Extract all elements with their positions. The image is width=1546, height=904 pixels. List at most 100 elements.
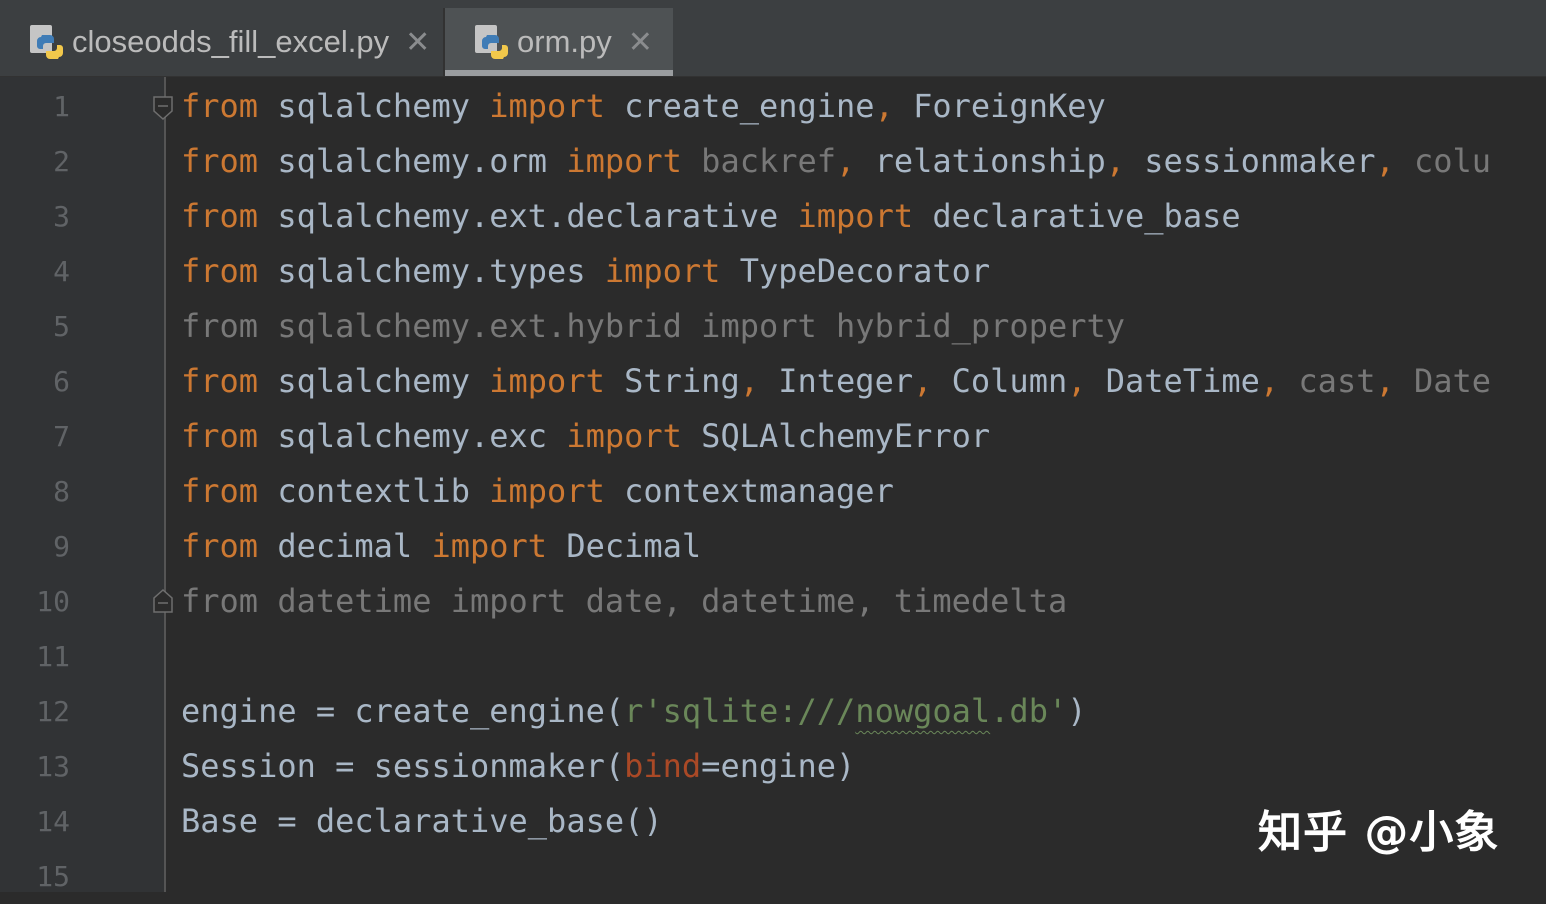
string-literal: r'sqlite:/// (624, 692, 856, 730)
python-file-icon (475, 25, 508, 59)
comma: , (1259, 362, 1280, 400)
line-number: 3 (53, 200, 70, 233)
keyword: from (181, 142, 259, 180)
line-number: 9 (53, 530, 70, 563)
code-line-5: from sqlalchemy.ext.hybrid import hybrid… (181, 307, 1126, 345)
line-number: 5 (53, 310, 70, 343)
module: sqlalchemy (258, 362, 490, 400)
name: create_engine (604, 87, 875, 125)
name: SQLAlchemyError (681, 417, 991, 455)
tab-label: closeodds_fill_excel.py (72, 24, 390, 59)
name: declarative_base (913, 197, 1241, 235)
code-line-1: from sqlalchemy import create_engine, Fo… (181, 79, 1106, 134)
module: sqlalchemy.ext.declarative (258, 197, 798, 235)
close-icon[interactable]: ✕ (628, 25, 653, 60)
unused-name: backref (681, 142, 837, 180)
keyword: from (181, 527, 259, 565)
comma: , (1375, 142, 1395, 180)
module: sqlalchemy.orm (258, 142, 567, 180)
window-top-edge (0, 0, 1546, 8)
comma: , (874, 87, 894, 125)
code-line-3: from sqlalchemy.ext.declarative import d… (181, 189, 1241, 244)
line-number: 8 (53, 475, 70, 508)
code-text: =engine) (701, 747, 856, 785)
comma: , (913, 362, 933, 400)
module: decimal (258, 527, 432, 565)
code-line-4: from sqlalchemy.types import TypeDecorat… (181, 244, 990, 299)
watermark: 知乎 @小象 (1258, 807, 1500, 858)
module: contextlib (258, 472, 490, 510)
unused-name: colu (1394, 142, 1492, 180)
keyword: from (181, 197, 259, 235)
keyword: from (181, 472, 259, 510)
name: Column (932, 362, 1068, 400)
line-number: 11 (36, 640, 70, 673)
line-number-gutter[interactable]: 1 2 3 4 5 6 7 8 9 10 11 12 13 14 15 (0, 77, 164, 893)
keyword: import (797, 197, 914, 235)
code-line-7: from sqlalchemy.exc import SQLAlchemyErr… (181, 409, 990, 464)
keyword: from (181, 87, 259, 125)
module: sqlalchemy (258, 87, 490, 125)
name: sessionmaker (1125, 142, 1376, 180)
name: ForeignKey (893, 87, 1106, 125)
code-line-13: Session = sessionmaker(bind=engine) (181, 739, 855, 794)
keyword: import (566, 142, 682, 180)
fold-end-icon[interactable] (152, 588, 174, 614)
line-number: 7 (53, 420, 70, 453)
line-number: 6 (53, 365, 70, 398)
code-line-2: from sqlalchemy.orm import backref, rela… (181, 134, 1491, 189)
keyword: import (431, 527, 548, 565)
name: contextmanager (604, 472, 894, 510)
name: relationship (855, 142, 1106, 180)
name: DateTime (1086, 362, 1260, 400)
keyword: from (181, 252, 259, 290)
unused-name: cast (1279, 362, 1376, 400)
code-text: ) (1067, 692, 1087, 730)
close-icon[interactable]: ✕ (405, 25, 430, 60)
name: Integer (758, 362, 914, 400)
line-number: 13 (36, 750, 70, 783)
code-line-9: from decimal import Decimal (181, 519, 701, 574)
code-line-14: Base = declarative_base() (181, 802, 663, 840)
python-file-icon (30, 25, 63, 59)
keyword: import (489, 87, 605, 125)
unused-name: Date (1394, 362, 1492, 400)
line-number: 1 (53, 90, 70, 123)
line-number: 15 (36, 860, 70, 893)
code-line-10: from datetime import date, datetime, tim… (181, 582, 1068, 620)
module: sqlalchemy.types (258, 252, 605, 290)
code-text: engine = create_engine( (181, 692, 625, 730)
keyword: import (489, 472, 605, 510)
keyword: from (181, 362, 259, 400)
comma: , (1375, 362, 1395, 400)
comma: , (836, 142, 856, 180)
line-number: 10 (36, 585, 70, 618)
comma: , (1105, 142, 1126, 180)
tab-closeodds-fill-excel[interactable]: closeodds_fill_excel.py ✕ (0, 8, 443, 76)
named-argument: bind (624, 747, 702, 785)
line-number: 4 (53, 255, 70, 288)
module: sqlalchemy.exc (258, 417, 567, 455)
code-line-6: from sqlalchemy import String, Integer, … (181, 354, 1491, 409)
line-number: 14 (36, 805, 70, 838)
comma: , (739, 362, 759, 400)
keyword: from (181, 417, 259, 455)
string-literal: .db' (990, 692, 1068, 730)
name: String (604, 362, 740, 400)
name: Decimal (547, 527, 702, 565)
fold-collapse-icon[interactable] (152, 95, 174, 121)
comma: , (1067, 362, 1087, 400)
tab-orm-py[interactable]: orm.py ✕ (445, 8, 673, 76)
active-tab-indicator (445, 70, 673, 76)
gutter-divider (164, 77, 166, 892)
keyword: import (604, 252, 721, 290)
editor-tab-bar: closeodds_fill_excel.py ✕ orm.py ✕ (0, 8, 1546, 77)
code-text: Session = sessionmaker( (181, 747, 625, 785)
tab-label: orm.py (517, 24, 612, 59)
code-editor[interactable]: from sqlalchemy import create_engine, Fo… (181, 77, 1546, 892)
spellcheck-word: nowgoal (855, 692, 991, 730)
name: TypeDecorator (720, 252, 991, 290)
keyword: import (566, 417, 682, 455)
line-number: 12 (36, 695, 70, 728)
code-line-8: from contextlib import contextmanager (181, 464, 894, 519)
